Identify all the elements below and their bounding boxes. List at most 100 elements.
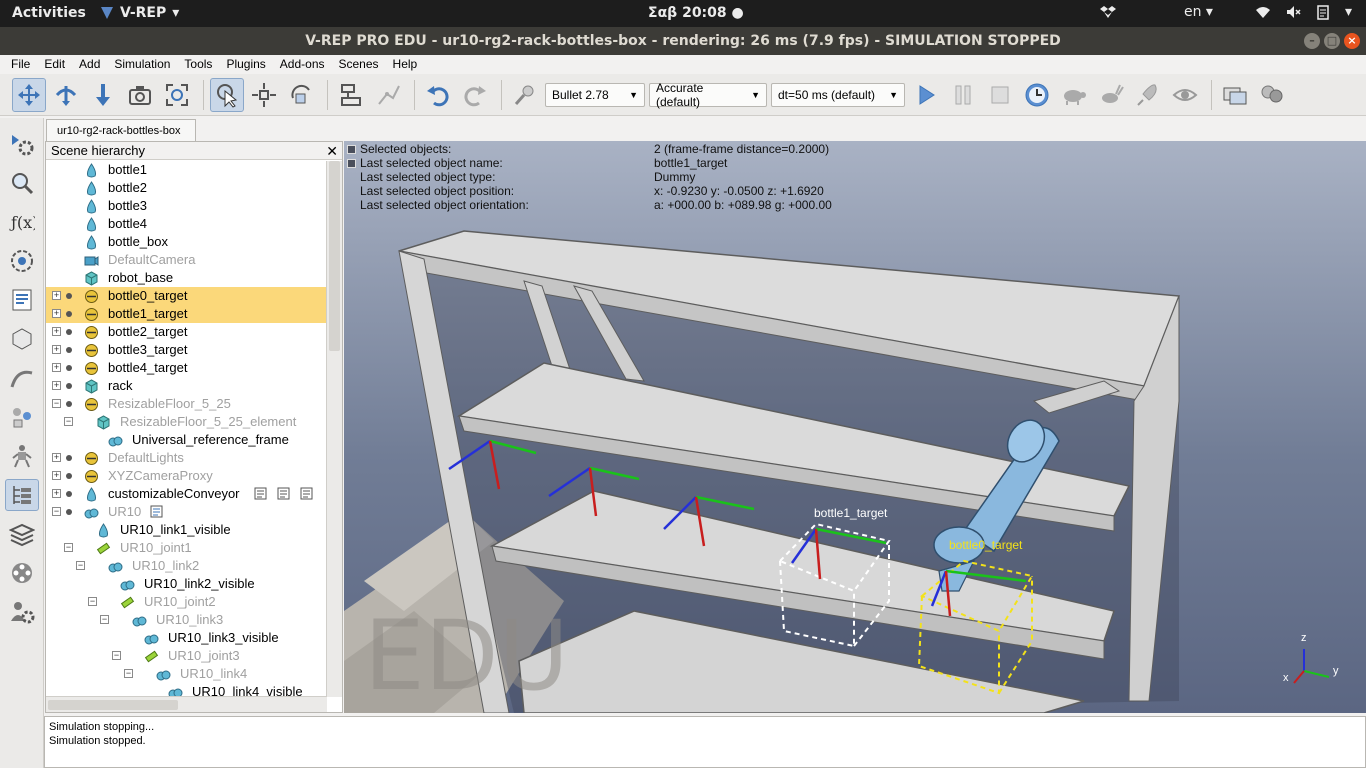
camera-rotate-button[interactable] [49, 78, 83, 112]
realtime-mode-button[interactable] [1020, 78, 1054, 112]
expand-toggle-icon[interactable]: − [124, 669, 133, 678]
menu-plugins[interactable]: Plugins [219, 55, 272, 73]
visibility-dot-icon[interactable] [66, 473, 72, 479]
tree-row[interactable]: − UR10_joint3 [46, 647, 327, 665]
pause-simulation-button[interactable] [946, 78, 980, 112]
visibility-dot-icon[interactable] [66, 455, 72, 461]
menu-file[interactable]: File [4, 55, 37, 73]
tree-row[interactable]: bottle_box [46, 233, 327, 251]
scene-render[interactable]: EDU bottle1_target bottle0_target z y x [344, 141, 1366, 713]
expand-toggle-icon[interactable]: + [52, 327, 61, 336]
expand-toggle-icon[interactable]: − [64, 543, 73, 552]
physics-engine-select[interactable]: Bullet 2.78 ▼ [545, 82, 645, 107]
tree-row[interactable]: + rack [46, 377, 327, 395]
accuracy-select[interactable]: Accurate (default) ▼ [649, 81, 767, 109]
visualization-toggle-button[interactable] [1168, 78, 1202, 112]
expand-toggle-icon[interactable]: − [52, 399, 61, 408]
tree-row[interactable]: − ResizableFloor_5_25_element [46, 413, 327, 431]
start-simulation-button[interactable] [909, 78, 943, 112]
hierarchy-horizontal-scrollbar[interactable] [46, 696, 327, 712]
layers-button[interactable] [5, 518, 39, 550]
tree-row[interactable]: UR10_link2_visible [46, 575, 327, 593]
visibility-dot-icon[interactable] [66, 509, 72, 515]
wifi-icon[interactable] [1255, 4, 1271, 20]
undo-button[interactable] [421, 78, 455, 112]
tree-row[interactable]: bottle3 [46, 197, 327, 215]
expand-toggle-icon[interactable]: − [100, 615, 109, 624]
tree-row[interactable]: + bottle1_target [46, 305, 327, 323]
tree-row[interactable]: + bottle3_target [46, 341, 327, 359]
menu-simulation[interactable]: Simulation [107, 55, 177, 73]
expand-toggle-icon[interactable]: − [112, 651, 121, 660]
hierarchy-vertical-scrollbar[interactable] [326, 161, 342, 697]
tree-row[interactable]: + bottle4_target [46, 359, 327, 377]
close-window-button[interactable]: × [1344, 33, 1360, 49]
3d-viewport[interactable]: EDU bottle1_target bottle0_target z y x … [344, 141, 1366, 713]
clock[interactable]: Σαβ 20:08 ● [648, 5, 744, 21]
minimize-button[interactable]: – [1304, 33, 1320, 49]
params-icon[interactable] [300, 487, 313, 500]
path-edit-button[interactable] [5, 362, 39, 394]
customization-icon[interactable] [277, 487, 290, 500]
visibility-dot-icon[interactable] [66, 293, 72, 299]
expand-toggle-icon[interactable]: − [64, 417, 73, 426]
tree-row[interactable]: − UR10_link2 [46, 557, 327, 575]
timestep-select[interactable]: dt=50 ms (default) ▼ [771, 82, 905, 107]
script-icon[interactable] [254, 487, 267, 500]
activities-button[interactable]: Activities [12, 5, 86, 21]
menu-help[interactable]: Help [386, 55, 425, 73]
scrollbar-thumb[interactable] [329, 161, 340, 351]
redo-button[interactable] [458, 78, 492, 112]
scrollbar-thumb[interactable] [48, 700, 178, 710]
tree-row[interactable]: bottle4 [46, 215, 327, 233]
menu-add[interactable]: Add [72, 55, 107, 73]
volume-muted-icon[interactable] [1285, 4, 1301, 20]
visibility-dot-icon[interactable] [66, 383, 72, 389]
visibility-dot-icon[interactable] [66, 347, 72, 353]
tree-row[interactable]: − UR10_joint2 [46, 593, 327, 611]
thread-rendering-button[interactable] [1131, 78, 1165, 112]
expand-toggle-icon[interactable]: + [52, 309, 61, 318]
expand-toggle-icon[interactable]: + [52, 489, 61, 498]
visibility-dot-icon[interactable] [66, 311, 72, 317]
video-recorder-button[interactable] [5, 557, 39, 589]
expand-toggle-icon[interactable]: + [52, 363, 61, 372]
expand-toggle-icon[interactable]: − [88, 597, 97, 606]
tree-row[interactable]: + bottle2_target [46, 323, 327, 341]
camera-shift-button[interactable] [86, 78, 120, 112]
dropbox-icon[interactable] [1099, 4, 1116, 20]
tree-row[interactable]: + DefaultLights [46, 449, 327, 467]
expand-toggle-icon[interactable]: + [52, 471, 61, 480]
expand-toggle-icon[interactable]: + [52, 345, 61, 354]
tree-row[interactable]: − ResizableFloor_5_25 [46, 395, 327, 413]
tree-row[interactable]: − UR10_joint1 [46, 539, 327, 557]
collections-button[interactable] [5, 245, 39, 277]
tree-row[interactable]: − UR10_link4 [46, 665, 327, 683]
tree-row[interactable]: − UR10 [46, 503, 327, 521]
expand-toggle-icon[interactable]: + [52, 291, 61, 300]
scene-selector-button[interactable] [1255, 78, 1289, 112]
tree-row[interactable]: bottle2 [46, 179, 327, 197]
camera-angle-button[interactable] [123, 78, 157, 112]
menu-scenes[interactable]: Scenes [332, 55, 386, 73]
scene-tab[interactable]: ur10-rg2-rack-bottles-box [46, 119, 196, 141]
user-settings-button[interactable] [5, 596, 39, 628]
expand-toggle-icon[interactable]: + [52, 453, 61, 462]
visibility-dot-icon[interactable] [66, 329, 72, 335]
model-browser-button[interactable] [5, 401, 39, 433]
object-shift-button[interactable] [247, 78, 281, 112]
tree-row[interactable]: UR10_link3_visible [46, 629, 327, 647]
click-select-button[interactable] [210, 77, 244, 112]
scripts-button[interactable] [5, 284, 39, 316]
system-menu-chevron-icon[interactable]: ▾ [1345, 4, 1352, 20]
close-icon[interactable]: ✕ [326, 142, 338, 160]
assemble-button[interactable] [334, 78, 368, 112]
stop-simulation-button[interactable] [983, 78, 1017, 112]
robot-models-button[interactable] [5, 440, 39, 472]
info-toggle-icon[interactable] [347, 159, 356, 168]
slow-down-button[interactable] [1057, 78, 1091, 112]
app-menu[interactable]: V-REP ▾ [100, 5, 179, 21]
tree-row[interactable]: bottle1 [46, 161, 327, 179]
scene-hierarchy-button[interactable] [4, 479, 39, 511]
fit-to-view-button[interactable] [160, 78, 194, 112]
